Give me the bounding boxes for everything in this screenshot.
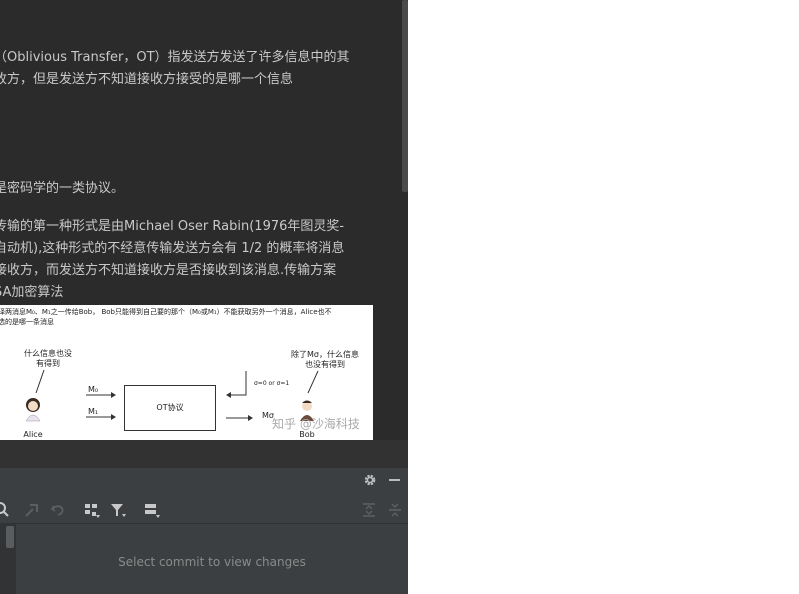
paragraph-protocol: 是密码学的一类协议。 bbox=[0, 181, 125, 196]
ot-protocol-label: OT协议 bbox=[156, 403, 184, 412]
revert-icon[interactable] bbox=[48, 500, 68, 520]
alice-avatar bbox=[24, 397, 42, 423]
bob-note-line2: 也没有得到 bbox=[305, 360, 345, 369]
empty-state-message: Select commit to view changes bbox=[118, 555, 306, 569]
m0-label: M₀ bbox=[88, 385, 99, 394]
filter-icon[interactable] bbox=[108, 500, 128, 520]
paragraph-rabin-line1: 传输的第一种形式是由Michael Oser Rabin(1976年图灵奖- bbox=[0, 219, 345, 234]
panel-splitter[interactable] bbox=[0, 440, 408, 468]
markdown-preview: （Oblivious Transfer，OT）指发送方发送了许多信息中的其 收方… bbox=[0, 0, 402, 440]
paragraph-rabin-line3: 接收方，而发送方不知道接收方是否接收到该消息.传输方案 bbox=[0, 263, 337, 278]
layout-icon[interactable] bbox=[142, 500, 162, 520]
paragraph-rabin-line4: SA加密算法 bbox=[0, 285, 64, 300]
gear-icon[interactable] bbox=[361, 471, 379, 489]
search-icon[interactable] bbox=[0, 500, 12, 520]
minimize-icon[interactable] bbox=[386, 471, 404, 489]
group-icon[interactable] bbox=[82, 500, 102, 520]
paragraph-definition-line2: 收方，但是发送方不知道接收方接受的是哪一个信息 bbox=[0, 72, 294, 87]
m1-label: M₁ bbox=[88, 407, 99, 416]
preview-scrollbar-thumb[interactable] bbox=[402, 0, 408, 192]
paragraph-rabin-line2: 自动机),这种形式的不经意传输发送方会有 1/2 的概率将消息 bbox=[0, 241, 345, 256]
ot-protocol-box: OT协议 bbox=[124, 385, 216, 431]
bob-note-line1: 除了Mσ，什么信息 bbox=[291, 350, 359, 359]
paragraph-definition-line1: （Oblivious Transfer，OT）指发送方发送了许多信息中的其 bbox=[0, 50, 350, 65]
ot-diagram-image: 译两消息M₀、M₁之一传给Bob， Bob只能得到自己要的那个（M₀或M₁）不能… bbox=[0, 305, 373, 440]
cherry-pick-icon[interactable] bbox=[22, 500, 42, 520]
collapse-all-icon[interactable] bbox=[385, 500, 405, 520]
commit-list-scroll-thumb[interactable] bbox=[6, 526, 14, 548]
choice-label: σ=0 or σ=1 bbox=[254, 380, 290, 387]
expand-all-icon[interactable] bbox=[359, 500, 379, 520]
ide-window: （Oblivious Transfer，OT）指发送方发送了许多信息中的其 收方… bbox=[0, 0, 408, 594]
alice-label: Alice bbox=[23, 430, 43, 439]
zhihu-watermark: 知乎 @沙海科技 bbox=[272, 417, 360, 431]
